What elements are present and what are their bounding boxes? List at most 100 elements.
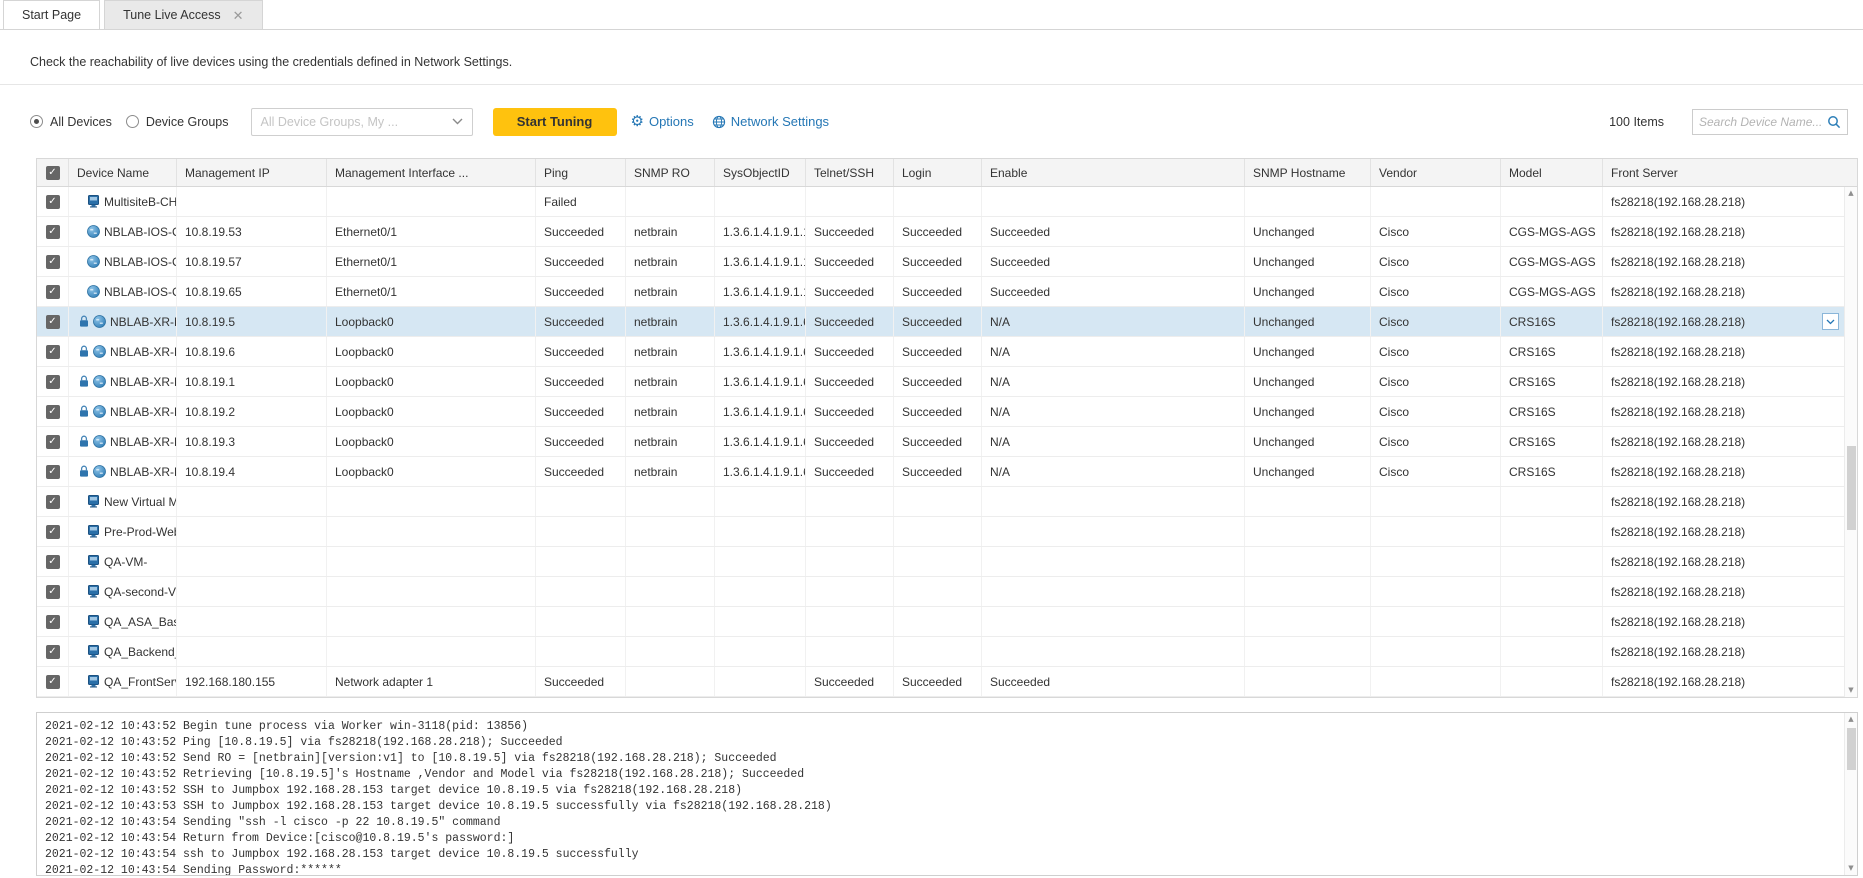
tab-tune-live-access[interactable]: Tune Live Access ✕ [104,0,262,29]
row-checkbox[interactable]: ✓ [46,285,60,299]
cell-vendor: Cisco [1371,337,1501,366]
table-row[interactable]: ✓ NBLAB-XR-PE10.8.19.2Loopback0Succeeded… [37,397,1844,427]
start-tuning-button[interactable]: Start Tuning [493,108,617,136]
tab-label: Start Page [22,8,81,22]
cell-telnet_ssh: Succeeded [806,367,894,396]
column-header-device-name[interactable]: Device Name [69,159,177,186]
table-row[interactable]: ✓ New Virtual Machfs28218(192.168.28.218… [37,487,1844,517]
column-header-enable[interactable]: Enable [982,159,1245,186]
cell-iface: Ethernet0/1 [327,277,536,306]
cell-model [1501,667,1603,696]
network-settings-button[interactable]: Network Settings [712,114,829,129]
row-checkbox[interactable]: ✓ [46,465,60,479]
column-header-ping[interactable]: Ping [536,159,626,186]
radio-label: Device Groups [146,115,229,129]
row-checkbox[interactable]: ✓ [46,195,60,209]
device-name: Pre-Prod-Web1 [104,525,176,539]
table-row[interactable]: ✓ Pre-Prod-Web1fs28218(192.168.28.218) [37,517,1844,547]
row-checkbox[interactable]: ✓ [46,405,60,419]
row-checkbox[interactable]: ✓ [46,585,60,599]
table-row[interactable]: ✓ MultisiteB-CHI-WFailedfs28218(192.168.… [37,187,1844,217]
row-checkbox-cell: ✓ [37,397,69,426]
cell-sysobjectid [715,607,806,636]
cell-enable [982,487,1245,516]
column-header-management-interface[interactable]: Management Interface ... [327,159,536,186]
row-checkbox[interactable]: ✓ [46,375,60,389]
cell-telnet_ssh: Succeeded [806,667,894,696]
row-checkbox[interactable]: ✓ [46,495,60,509]
cell-sysobjectid: 1.3.6.1.4.1.9.1.613 [715,337,806,366]
radio-all-devices[interactable]: All Devices [30,115,112,129]
lock-icon [79,345,89,358]
column-header-management-ip[interactable]: Management IP [177,159,327,186]
scroll-down-button[interactable]: ▼ [1845,684,1857,697]
table-row[interactable]: ✓ NBLAB-XR-P210.8.19.6Loopback0Succeeded… [37,337,1844,367]
table-row[interactable]: ✓ NBLAB-XR-PE10.8.19.3Loopback0Succeeded… [37,427,1844,457]
device-groups-combobox[interactable]: All Device Groups, My ... [251,108,473,136]
cell-login [894,547,982,576]
close-icon[interactable]: ✕ [233,9,244,22]
scroll-up-button[interactable]: ▲ [1845,713,1857,726]
cell-ip [177,577,327,606]
server-icon [87,525,100,538]
row-checkbox[interactable]: ✓ [46,645,60,659]
select-all-checkbox[interactable]: ✓ [46,166,60,180]
device-name-cell: Pre-Prod-Web1 [69,517,177,546]
table-row[interactable]: ✓ NBLAB-IOS-CE110.8.19.53Ethernet0/1Succ… [37,217,1844,247]
scroll-up-button[interactable]: ▲ [1845,187,1857,200]
column-header-login[interactable]: Login [894,159,982,186]
table-scrollbar[interactable]: ▲ ▼ [1844,187,1857,697]
table-row[interactable]: ✓ NBLAB-XR-P110.8.19.5Loopback0Succeeded… [37,307,1844,337]
tab-start-page[interactable]: Start Page [3,0,100,29]
column-header-model[interactable]: Model [1501,159,1603,186]
row-checkbox-cell: ✓ [37,427,69,456]
table-row[interactable]: ✓ QA_Backend_srvfs28218(192.168.28.218) [37,637,1844,667]
row-checkbox[interactable]: ✓ [46,435,60,449]
row-checkbox[interactable]: ✓ [46,675,60,689]
scroll-thumb[interactable] [1847,728,1856,770]
row-checkbox[interactable]: ✓ [46,345,60,359]
row-checkbox[interactable]: ✓ [46,525,60,539]
cell-iface [327,577,536,606]
row-checkbox[interactable]: ✓ [46,255,60,269]
log-scrollbar[interactable]: ▲ ▼ [1844,713,1857,875]
options-button[interactable]: ⚙ Options [631,114,694,129]
radio-unselected-icon [126,115,139,128]
row-checkbox[interactable]: ✓ [46,225,60,239]
table-row[interactable]: ✓ NBLAB-XR-PE10.8.19.1Loopback0Succeeded… [37,367,1844,397]
table-row[interactable]: ✓ QA-second-VMfs28218(192.168.28.218) [37,577,1844,607]
column-header-snmp-hostname[interactable]: SNMP Hostname [1245,159,1371,186]
table-row[interactable]: ✓ QA-VM-fs28218(192.168.28.218) [37,547,1844,577]
cell-vendor [1371,547,1501,576]
column-header-front-server[interactable]: Front Server [1603,159,1857,186]
cell-ping [536,547,626,576]
table-row[interactable]: ✓ NBLAB-IOS-CE210.8.19.57Ethernet0/1Succ… [37,247,1844,277]
column-header-snmp-ro[interactable]: SNMP RO [626,159,715,186]
device-name: NBLAB-IOS-CE2 [104,255,176,269]
row-checkbox[interactable]: ✓ [46,615,60,629]
search-icon[interactable] [1827,115,1841,129]
cell-login: Succeeded [894,337,982,366]
scroll-thumb[interactable] [1847,446,1856,530]
cell-ip: 10.8.19.65 [177,277,327,306]
cell-vendor: Cisco [1371,307,1501,336]
table-row[interactable]: ✓ NBLAB-IOS-CE310.8.19.65Ethernet0/1Succ… [37,277,1844,307]
row-checkbox[interactable]: ✓ [46,315,60,329]
radio-device-groups[interactable]: Device Groups [126,115,229,129]
column-header-vendor[interactable]: Vendor [1371,159,1501,186]
row-action-dropdown[interactable] [1822,313,1839,330]
column-header-sysobjectid[interactable]: SysObjectID [715,159,806,186]
row-checkbox-cell: ✓ [37,337,69,366]
scroll-down-button[interactable]: ▼ [1845,862,1857,875]
column-header-telnet-ssh[interactable]: Telnet/SSH [806,159,894,186]
cell-enable [982,577,1245,606]
search-input[interactable] [1699,115,1827,129]
cell-iface: Ethernet0/1 [327,217,536,246]
table-row[interactable]: ✓ NBLAB-XR-PE10.8.19.4Loopback0Succeeded… [37,457,1844,487]
cell-ip [177,637,327,666]
table-row[interactable]: ✓ QA_ASA_Basicfs28218(192.168.28.218) [37,607,1844,637]
device-name: QA-second-VM [104,585,176,599]
row-checkbox[interactable]: ✓ [46,555,60,569]
table-row[interactable]: ✓ QA_FrontServer_192.168.180.155Network … [37,667,1844,697]
cell-snmp_hostname: Unchanged [1245,277,1371,306]
